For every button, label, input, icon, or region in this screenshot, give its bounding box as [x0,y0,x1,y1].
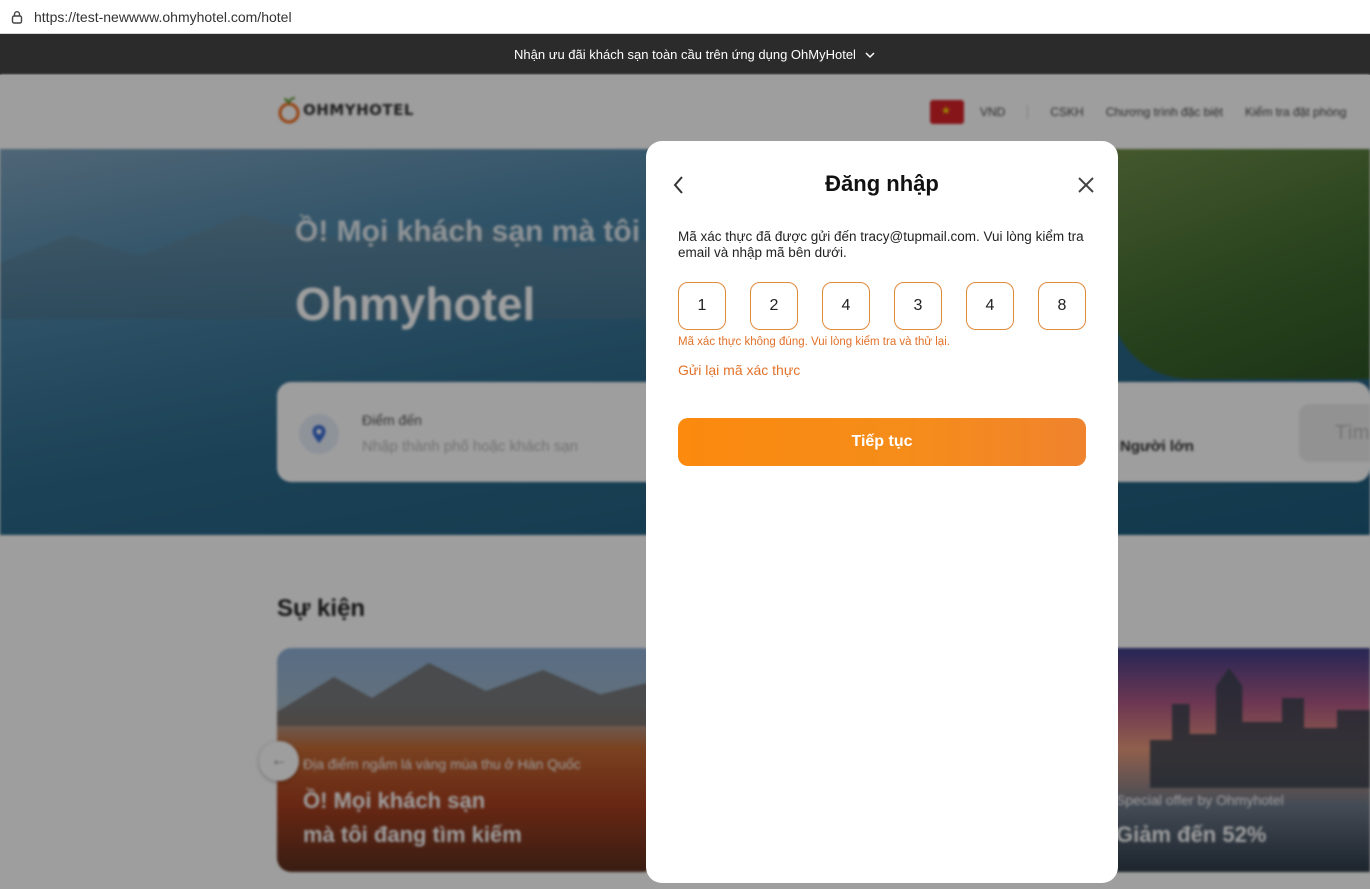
otp-inputs [678,282,1086,330]
browser-address-bar[interactable]: https://test-newwww.ohmyhotel.com/hotel [0,0,1370,34]
app-promo-banner[interactable]: Nhận ưu đãi khách sạn toàn cầu trên ứng … [0,34,1370,75]
modal-title: Đăng nhập [825,171,939,196]
verification-description: Mã xác thực đã được gửi đến tracy@tupmai… [678,229,1084,260]
promo-text: Nhận ưu đãi khách sạn toàn cầu trên ứng … [514,47,856,62]
close-button[interactable] [1074,173,1098,197]
otp-digit-6[interactable] [1038,282,1086,330]
chevron-down-icon[interactable] [864,49,876,61]
otp-digit-1[interactable] [678,282,726,330]
lock-icon [11,10,23,24]
resend-code-link[interactable]: Gửi lại mã xác thực [678,362,800,378]
otp-digit-4[interactable] [894,282,942,330]
close-icon [1078,177,1094,193]
otp-digit-3[interactable] [822,282,870,330]
otp-digit-5[interactable] [966,282,1014,330]
error-message: Mã xác thực không đúng. Vui lòng kiểm tr… [678,336,950,348]
otp-digit-2[interactable] [750,282,798,330]
continue-button[interactable]: Tiếp tục [678,418,1086,466]
url-text[interactable]: https://test-newwww.ohmyhotel.com/hotel [34,9,292,25]
login-modal: Đăng nhập Mã xác thực đã được gửi đến tr… [646,141,1118,883]
